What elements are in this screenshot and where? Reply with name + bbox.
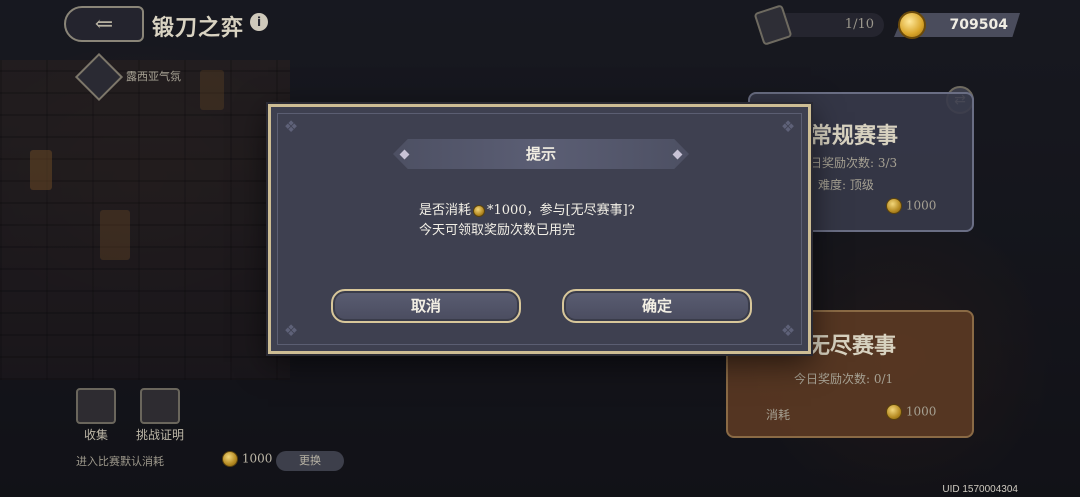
page-title: 锻刀之弈 [152, 15, 245, 41]
regular-event-title: 常规赛事 [810, 123, 899, 149]
message-suffix: *1000，参与[无尽赛事]? [487, 203, 635, 218]
cancel-button[interactable]: 取消 [331, 289, 521, 323]
coin-icon [886, 404, 902, 420]
coin-icon [886, 198, 902, 214]
corner-ornament-icon: ❖ [780, 321, 796, 340]
atmosphere-label: 露西亚气氛 [126, 70, 181, 83]
regular-reward-count: 日奖励次数: 3/3 [810, 156, 898, 170]
message-prefix: 是否消耗 [419, 203, 472, 218]
endless-event-title: 无尽赛事 [808, 333, 897, 359]
corner-ornament-icon: ❖ [283, 321, 299, 340]
dialog-message-line2: 今天可领取奖励次数已用完 [419, 223, 576, 238]
collect-button[interactable]: 收集 [74, 388, 118, 443]
regular-cost-value: 1000 [905, 198, 937, 213]
default-cost: 1000 [222, 451, 272, 467]
regular-difficulty: 难度: 顶级 [818, 178, 874, 192]
info-icon[interactable]: i [250, 13, 268, 31]
default-cost-label: 进入比赛默认消耗 [76, 455, 164, 468]
uid-label: UID 1570004304 [942, 484, 1018, 495]
collect-icon [76, 388, 116, 424]
default-cost-value: 1000 [241, 451, 273, 466]
endless-reward-count: 今日奖励次数: 0/1 [794, 372, 894, 386]
challenge-proof-button[interactable]: 挑战证明 [136, 388, 184, 443]
back-arrow-icon: ⇐ [94, 11, 114, 37]
coin-icon [898, 11, 926, 39]
coin-icon [222, 451, 238, 467]
challenge-proof-icon [140, 388, 180, 424]
endless-cost: 1000 [886, 404, 936, 420]
corner-ornament-icon: ❖ [283, 117, 299, 136]
coin-icon [473, 204, 486, 217]
change-cost-button[interactable]: 更换 [276, 451, 344, 471]
endless-cost-value: 1000 [905, 404, 937, 419]
challenge-proof-label: 挑战证明 [136, 428, 185, 442]
confirm-dialog: ❖ ❖ ❖ ❖ 提示 是否消耗 *1000，参与[无尽赛事]? 今天可领取奖励次数… [268, 104, 811, 354]
dialog-title: 提示 [393, 139, 689, 169]
collect-label: 收集 [83, 428, 108, 442]
regular-cost: 1000 [886, 198, 936, 214]
back-button[interactable]: ⇐ [64, 6, 144, 42]
endless-cost-label: 消耗 [766, 408, 791, 422]
corner-ornament-icon: ❖ [780, 117, 796, 136]
dialog-message-line1: 是否消耗 *1000，参与[无尽赛事]? [419, 199, 635, 218]
confirm-button[interactable]: 确定 [562, 289, 752, 323]
